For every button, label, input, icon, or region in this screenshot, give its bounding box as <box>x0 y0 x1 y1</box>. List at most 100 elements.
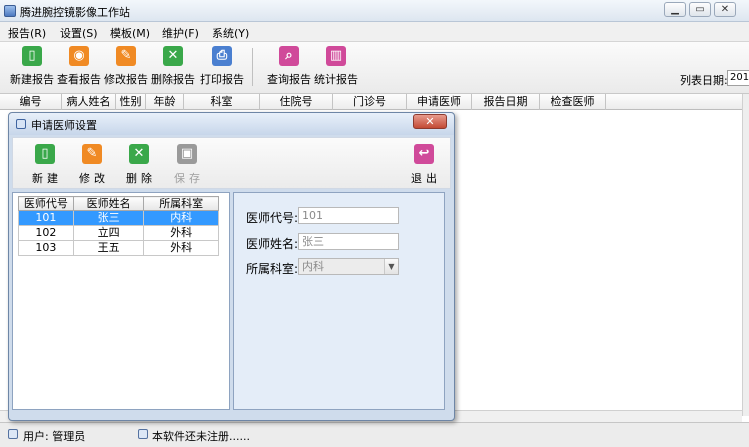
dialog-app-icon <box>16 119 26 129</box>
dialog-exit-label: 退出 <box>411 172 441 185</box>
doctor-name-label: 医师姓名: <box>246 237 299 251</box>
menu-settings[interactable]: 设置(S) <box>60 25 98 41</box>
new-report-button[interactable]: ▯ 新建报告 <box>7 46 57 90</box>
col-age[interactable]: 年龄 <box>146 94 184 110</box>
title-bar: 腾进腕控镜影像工作站 ▁ ▭ ✕ <box>0 0 749 22</box>
toolbar-separator <box>252 48 253 86</box>
print-report-icon: ⎙ <box>212 46 232 66</box>
doctor-code-field[interactable]: 101 <box>298 207 399 224</box>
cell-doctor-code: 103 <box>18 240 74 256</box>
department-label: 所属科室: <box>246 262 299 276</box>
header-department[interactable]: 所属科室 <box>143 196 219 211</box>
search-report-button[interactable]: ⌕ 查询报告 <box>264 46 314 90</box>
status-bar: 用户: 管理员 本软件还未注册...... <box>0 422 749 447</box>
delete-report-label: 删除报告 <box>151 73 195 86</box>
table-row[interactable]: 102 立四 外科 <box>18 225 219 241</box>
restore-button[interactable]: ▭ <box>689 2 711 17</box>
date-label: 列表日期: <box>680 74 728 87</box>
print-report-button[interactable]: ⎙ 打印报告 <box>197 46 247 90</box>
cell-doctor-name: 王五 <box>72 240 145 256</box>
doctor-form-panel: 医师代号: 101 医师姓名: 张三 所属科室: 内科 ▼ <box>233 192 445 410</box>
dialog-delete-button[interactable]: ✕ 删除 <box>121 144 157 186</box>
search-report-icon: ⌕ <box>279 46 299 66</box>
edit-report-label: 修改报告 <box>104 73 148 86</box>
registration-status-icon <box>138 429 148 439</box>
exit-icon: ↩ <box>414 144 434 164</box>
col-report-date[interactable]: 报告日期 <box>472 94 540 110</box>
col-outpatient-no[interactable]: 门诊号 <box>333 94 407 110</box>
view-report-label: 查看报告 <box>57 73 101 86</box>
header-doctor-code[interactable]: 医师代号 <box>18 196 74 211</box>
header-doctor-name[interactable]: 医师姓名 <box>72 196 145 211</box>
dialog-title: 申请医师设置 <box>31 119 97 132</box>
cell-department: 外科 <box>143 225 219 241</box>
table-row[interactable]: 101 张三 内科 <box>18 210 219 226</box>
stats-report-button[interactable]: ▥ 统计报告 <box>311 46 361 90</box>
chevron-down-icon[interactable]: ▼ <box>384 259 398 274</box>
cell-doctor-name: 立四 <box>72 225 145 241</box>
doctor-code-label: 医师代号: <box>246 211 299 225</box>
report-grid-header: 编号 病人姓名 性别 年龄 科室 住院号 门诊号 申请医师 报告日期 检查医师 <box>0 94 742 110</box>
app-icon <box>4 5 16 17</box>
cell-doctor-code: 102 <box>18 225 74 241</box>
print-report-label: 打印报告 <box>200 73 244 86</box>
dialog-save-label: 保存 <box>174 172 204 185</box>
date-input[interactable]: 2015 <box>727 70 749 86</box>
user-status-icon <box>8 429 18 439</box>
dialog-new-button[interactable]: ▯ 新建 <box>27 144 63 186</box>
dialog-title-bar[interactable]: 申请医师设置 ✕ <box>9 113 454 135</box>
doctor-name-field[interactable]: 张三 <box>298 233 399 250</box>
dialog-save-button[interactable]: ▣ 保存 <box>169 144 205 186</box>
doctor-settings-dialog: 申请医师设置 ✕ ▯ 新建 ✎ 修改 ✕ 删除 ▣ 保存 ↩ 退出 医师代号 医… <box>8 112 455 421</box>
delete-icon: ✕ <box>129 144 149 164</box>
view-report-icon: ◉ <box>69 46 89 66</box>
dialog-edit-label: 修改 <box>79 172 109 185</box>
cell-doctor-name: 张三 <box>72 210 145 226</box>
new-icon: ▯ <box>35 144 55 164</box>
department-select-value: 内科 <box>302 260 324 273</box>
save-icon: ▣ <box>177 144 197 164</box>
vertical-scrollbar[interactable] <box>742 94 749 416</box>
doctor-list-panel: 医师代号 医师姓名 所属科室 101 张三 内科 102 立四 外科 103 王… <box>12 192 230 410</box>
col-inpatient-no[interactable]: 住院号 <box>260 94 333 110</box>
department-select[interactable]: 内科 ▼ <box>298 258 399 275</box>
delete-report-button[interactable]: ✕ 删除报告 <box>148 46 198 90</box>
dialog-exit-button[interactable]: ↩ 退出 <box>406 144 442 186</box>
search-report-label: 查询报告 <box>267 73 311 86</box>
col-gender[interactable]: 性别 <box>116 94 146 110</box>
edit-icon: ✎ <box>82 144 102 164</box>
stats-report-icon: ▥ <box>326 46 346 66</box>
col-requesting-doctor[interactable]: 申请医师 <box>407 94 472 110</box>
close-window-button[interactable]: ✕ <box>714 2 736 17</box>
dialog-close-button[interactable]: ✕ <box>413 114 447 129</box>
cell-department: 外科 <box>143 240 219 256</box>
registration-status-text: 本软件还未注册...... <box>152 430 250 443</box>
menu-report[interactable]: 报告(R) <box>8 25 46 41</box>
dialog-new-label: 新建 <box>32 172 62 185</box>
col-examining-doctor[interactable]: 检查医师 <box>540 94 606 110</box>
col-patient-name[interactable]: 病人姓名 <box>62 94 116 110</box>
menu-bar: 报告(R) 设置(S) 模板(M) 维护(F) 系统(Y) <box>0 22 749 42</box>
window-title: 腾进腕控镜影像工作站 <box>20 6 130 19</box>
dialog-edit-button[interactable]: ✎ 修改 <box>74 144 110 186</box>
delete-report-icon: ✕ <box>163 46 183 66</box>
cell-department: 内科 <box>143 210 219 226</box>
col-id[interactable]: 编号 <box>0 94 62 110</box>
cell-doctor-code: 101 <box>18 210 74 226</box>
menu-template[interactable]: 模板(M) <box>110 25 150 41</box>
edit-report-button[interactable]: ✎ 修改报告 <box>101 46 151 90</box>
menu-system[interactable]: 系统(Y) <box>212 25 249 41</box>
dialog-toolbar: ▯ 新建 ✎ 修改 ✕ 删除 ▣ 保存 ↩ 退出 <box>12 137 451 189</box>
main-toolbar: ▯ 新建报告 ◉ 查看报告 ✎ 修改报告 ✕ 删除报告 ⎙ 打印报告 ⌕ 查询报… <box>0 42 749 94</box>
stats-report-label: 统计报告 <box>314 73 358 86</box>
user-status-text: 用户: 管理员 <box>23 430 86 443</box>
new-report-icon: ▯ <box>22 46 42 66</box>
new-report-label: 新建报告 <box>10 73 54 86</box>
minimize-button[interactable]: ▁ <box>664 2 686 17</box>
view-report-button[interactable]: ◉ 查看报告 <box>54 46 104 90</box>
col-department[interactable]: 科室 <box>184 94 260 110</box>
dialog-delete-label: 删除 <box>126 172 156 185</box>
table-row[interactable]: 103 王五 外科 <box>18 240 219 256</box>
doctor-table: 医师代号 医师姓名 所属科室 101 张三 内科 102 立四 外科 103 王… <box>18 196 219 256</box>
menu-maintenance[interactable]: 维护(F) <box>162 25 199 41</box>
